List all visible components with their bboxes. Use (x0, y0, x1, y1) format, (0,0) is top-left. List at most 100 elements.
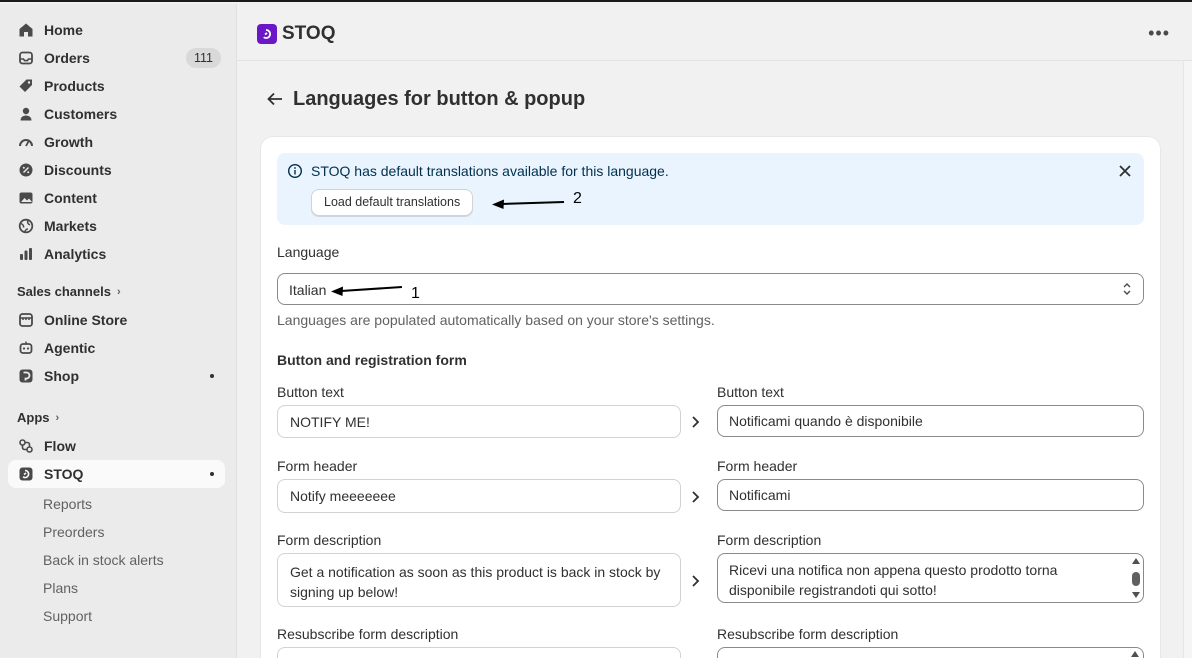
chevron-right-icon: › (116, 285, 121, 298)
orders-count-badge: 111 (185, 48, 221, 68)
sidebar-item-label: Agentic (44, 340, 96, 356)
sidebar-item-products[interactable]: Products (8, 72, 225, 100)
scroll-up-icon (1131, 651, 1139, 657)
sidebar-item-label: Growth (44, 134, 93, 150)
sales-channels-title: Sales channels (17, 284, 111, 299)
sidebar-item-label: Orders (44, 50, 90, 66)
sidebar-item-growth[interactable]: Growth (8, 128, 225, 156)
scroll-thumb[interactable] (1132, 572, 1140, 586)
target-form-description-field[interactable]: Ricevi una notifica non appena questo pr… (717, 553, 1144, 603)
sidebar-item-markets[interactable]: Markets (8, 212, 225, 240)
sidebar-item-label: STOQ (44, 466, 84, 482)
annotation-number-1: 1 (411, 285, 420, 302)
target-field-label: Form description (717, 532, 822, 548)
source-field-label: Resubscribe form description (277, 626, 459, 642)
home-icon (17, 21, 35, 39)
sidebar-item-label: Home (44, 22, 83, 38)
close-icon[interactable] (1116, 162, 1134, 180)
section-title: Button and registration form (277, 352, 467, 368)
source-field-label: Button text (277, 384, 344, 400)
apps-header[interactable]: Apps › (17, 410, 59, 425)
banner-message: STOQ has default translations available … (311, 163, 669, 179)
discount-icon (17, 161, 35, 179)
sidebar-item-label: Discounts (44, 162, 112, 178)
annotation-arrow-2 (492, 199, 565, 209)
sidebar-item-content[interactable]: Content (8, 184, 225, 212)
chevron-right-icon (692, 575, 700, 587)
language-label: Language (277, 244, 340, 260)
shop-icon (17, 367, 35, 385)
person-icon (17, 105, 35, 123)
back-button[interactable] (264, 88, 286, 110)
target-field-label: Form header (717, 458, 798, 474)
page-scrollbar[interactable] (1183, 61, 1192, 658)
target-form-description-text: Ricevi una notifica non appena questo pr… (729, 562, 1058, 598)
more-dot (210, 374, 214, 378)
apps-title: Apps (17, 410, 50, 425)
more-actions-button[interactable]: ••• (1148, 23, 1170, 44)
annotation-number-2: 2 (573, 190, 582, 207)
target-button-text-field[interactable]: Notificami quando è disponibile (717, 405, 1144, 437)
sidebar-item-label: Online Store (44, 312, 128, 328)
language-helper-text: Languages are populated automatically ba… (277, 312, 715, 328)
gauge-icon (17, 133, 35, 151)
source-field-label: Form description (277, 532, 382, 548)
sidebar-item-label: Analytics (44, 246, 107, 262)
language-select-value: Italian (289, 282, 327, 298)
source-button-text-field[interactable]: NOTIFY ME! (277, 405, 681, 438)
sales-channels-header[interactable]: Sales channels › (17, 284, 121, 299)
load-default-translations-button[interactable]: Load default translations (311, 189, 474, 216)
sidebar: Home Orders 111 Products Customers Growt… (0, 4, 237, 658)
sidebar-item-stoq[interactable]: STOQ (8, 460, 225, 488)
chevron-right-icon (692, 416, 700, 428)
target-form-header-field[interactable]: Notificami (717, 479, 1144, 511)
sidebar-item-online-store[interactable]: Online Store (8, 306, 225, 334)
sidebar-item-label: Products (44, 78, 105, 94)
sidebar-item-label: Flow (44, 438, 76, 454)
store-icon (17, 311, 35, 329)
target-field-label: Resubscribe form description (717, 626, 899, 642)
scroll-down-icon (1132, 592, 1140, 598)
target-field-label: Button text (717, 384, 784, 400)
sidebar-subitem-support[interactable]: Support (43, 608, 92, 624)
target-resubscribe-description-field[interactable] (717, 647, 1144, 658)
source-form-description-field[interactable]: Get a notification as soon as this produ… (277, 553, 681, 607)
sidebar-item-label: Shop (44, 368, 79, 384)
sidebar-item-agentic[interactable]: Agentic (8, 334, 225, 362)
app-header: STOQ ••• (237, 4, 1192, 61)
sidebar-item-orders[interactable]: Orders 111 (8, 44, 225, 72)
source-form-header-field[interactable]: Notify meeeeeee (277, 479, 681, 513)
sidebar-subitem-reports[interactable]: Reports (43, 496, 92, 512)
stoq-icon (17, 465, 35, 483)
scroll-up-icon (1132, 558, 1140, 564)
source-resubscribe-description-field[interactable] (277, 647, 681, 658)
sidebar-subitem-back-in-stock-alerts[interactable]: Back in stock alerts (43, 552, 164, 568)
sidebar-item-flow[interactable]: Flow (8, 432, 225, 460)
page-title: Languages for button & popup (293, 88, 586, 110)
sidebar-item-label: Content (44, 190, 97, 206)
sidebar-item-label: Markets (44, 218, 97, 234)
sidebar-item-discounts[interactable]: Discounts (8, 156, 225, 184)
annotation-arrow-1 (331, 286, 403, 296)
app-name: STOQ (282, 23, 336, 44)
image-icon (17, 189, 35, 207)
sidebar-subitem-preorders[interactable]: Preorders (43, 524, 104, 540)
sidebar-subitem-plans[interactable]: Plans (43, 580, 78, 596)
chevron-right-icon: › (55, 411, 60, 424)
stoq-logo-icon (257, 24, 277, 44)
language-select[interactable]: Italian (277, 273, 1144, 305)
source-field-label: Form header (277, 458, 358, 474)
robot-icon (17, 339, 35, 357)
sidebar-item-customers[interactable]: Customers (8, 100, 225, 128)
textarea-scrollbar[interactable] (1131, 556, 1141, 600)
app-window: Home Orders 111 Products Customers Growt… (0, 0, 1192, 658)
more-dot (210, 472, 214, 476)
sidebar-item-home[interactable]: Home (8, 16, 225, 44)
info-icon (287, 163, 303, 179)
sidebar-item-analytics[interactable]: Analytics (8, 240, 225, 268)
sidebar-item-shop[interactable]: Shop (8, 362, 225, 390)
select-chevrons-icon (1123, 283, 1131, 295)
sidebar-item-label: Customers (44, 106, 118, 122)
inbox-icon (17, 49, 35, 67)
chart-icon (17, 245, 35, 263)
